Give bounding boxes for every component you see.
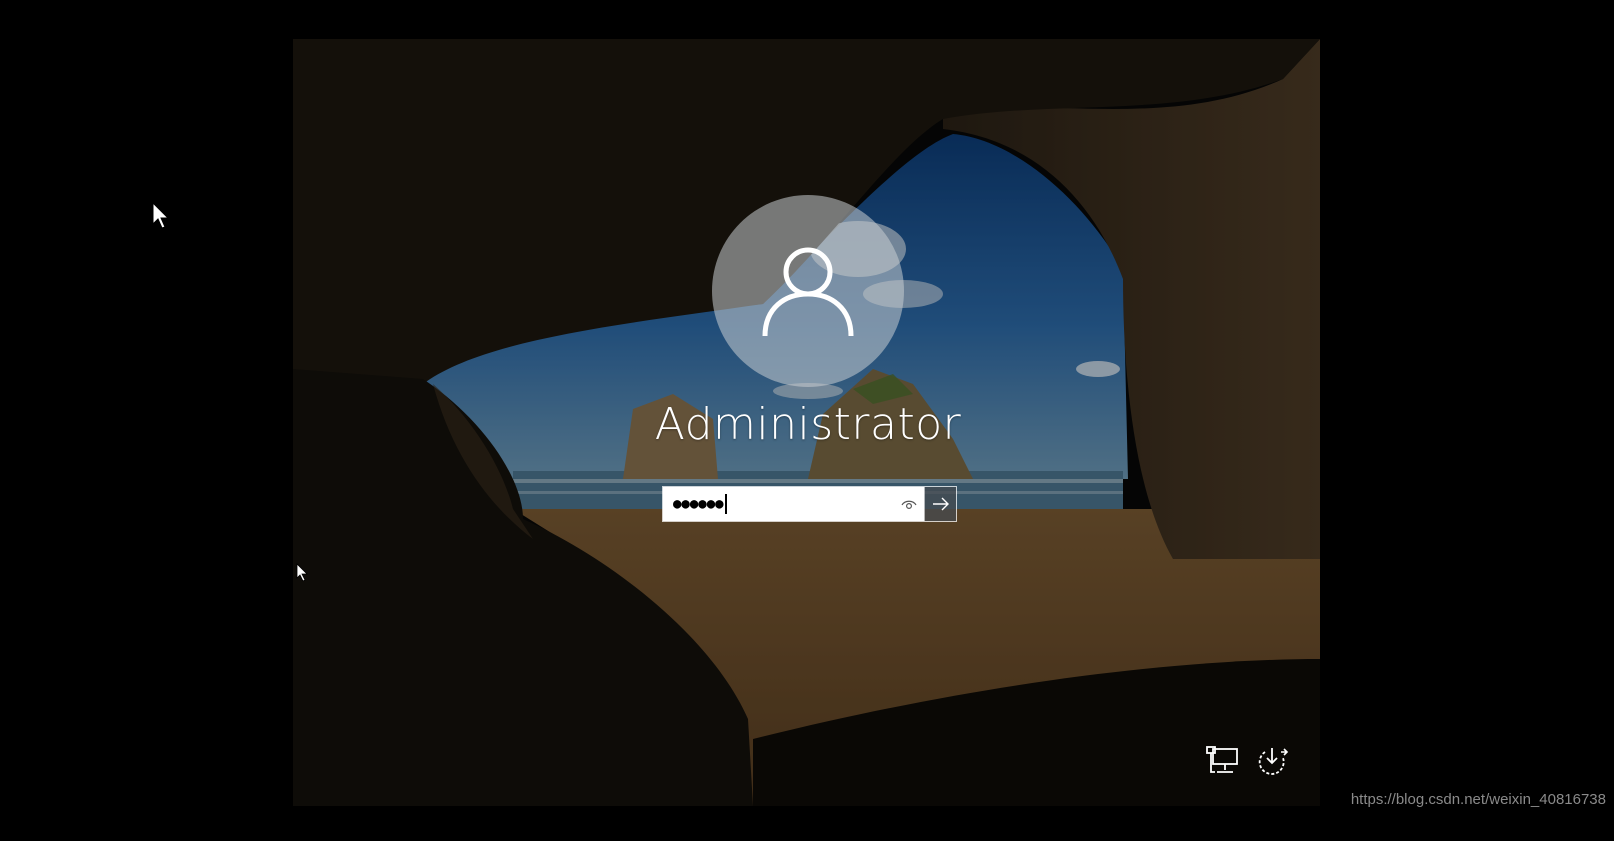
password-masked-value: ●●●●●● xyxy=(673,496,724,512)
system-buttons xyxy=(1205,744,1289,776)
submit-button[interactable] xyxy=(924,487,956,521)
lock-screen: Administrator ●●●●●● xyxy=(293,39,1320,806)
watermark-url: https://blog.csdn.net/weixin_40816738 xyxy=(1350,791,1606,808)
arrow-right-icon xyxy=(932,497,949,511)
user-silhouette-icon xyxy=(762,247,854,337)
username-label: Administrator xyxy=(654,399,962,450)
eye-icon[interactable] xyxy=(900,496,918,514)
power-icon[interactable] xyxy=(1255,744,1289,776)
text-caret xyxy=(724,494,727,514)
mouse-cursor-icon xyxy=(152,202,170,229)
user-avatar xyxy=(712,195,904,387)
mouse-cursor-icon xyxy=(296,563,308,582)
password-box: ●●●●●● xyxy=(662,486,957,522)
desktop-frame: Administrator ●●●●●● https://blog.csdn.n… xyxy=(0,0,1614,841)
network-icon[interactable] xyxy=(1205,744,1239,776)
password-input[interactable]: ●●●●●● xyxy=(663,487,924,521)
